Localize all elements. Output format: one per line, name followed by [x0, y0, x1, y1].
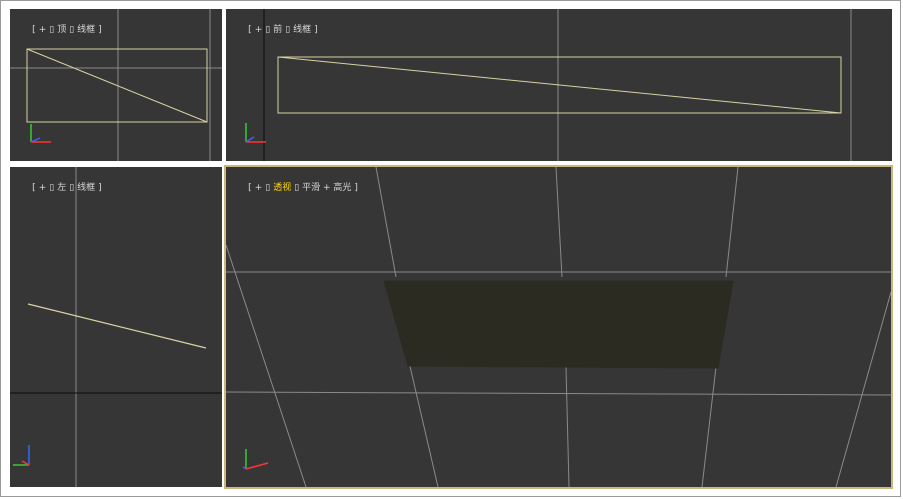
grid-line [701, 366, 717, 487]
viewport-label-left[interactable]: [+ ▯ 左 ▯ 线框] [15, 170, 105, 206]
viewport-menu-plus[interactable]: + [39, 24, 47, 36]
viewport-separator: ▯ [265, 183, 271, 193]
grid-line [375, 167, 397, 278]
viewport-point-of-view[interactable]: 透视 [273, 182, 291, 194]
viewport-layout: [+ ▯ 顶 ▯ 线框] [+ ▯ 前 ▯ 线框] [+ ▯ 左 ▯ 线框]… [0, 0, 901, 497]
viewport-label-perspective[interactable]: [+ ▯ 透视 ▯ 平滑 + 高光] [231, 170, 361, 206]
viewport-point-of-view[interactable]: 顶 [57, 24, 66, 36]
viewport-bracket-open: [ [32, 25, 36, 35]
grid-line [226, 244, 307, 487]
viewport-separator: ▯ [285, 25, 291, 35]
viewport-bracket-open: [ [248, 183, 252, 193]
viewport-perspective[interactable]: [+ ▯ 透视 ▯ 平滑 + 高光] [224, 165, 893, 489]
axis-gizmo-icon [245, 123, 266, 143]
viewport-perspective-canvas[interactable] [226, 167, 891, 487]
grid-line [408, 361, 439, 487]
viewport-bracket-close: ] [314, 25, 318, 35]
viewport-shading-mode[interactable]: 平滑 + 高光 [302, 182, 351, 194]
viewport-separator: ▯ [265, 25, 271, 35]
plane-diagonal [26, 48, 208, 123]
viewport-bracket-close: ] [98, 183, 102, 193]
viewport-point-of-view[interactable]: 左 [57, 182, 66, 194]
viewport-left-canvas[interactable] [10, 167, 222, 487]
viewport-separator: ▯ [69, 25, 75, 35]
grid-line [835, 291, 891, 487]
viewport-label-front[interactable]: [+ ▯ 前 ▯ 线框] [231, 12, 321, 48]
plane-edge [27, 303, 207, 349]
grid-line [555, 167, 563, 278]
viewport-bracket-close: ] [98, 25, 102, 35]
viewport-front[interactable]: [+ ▯ 前 ▯ 线框] [226, 9, 892, 161]
viewport-shading-mode[interactable]: 线框 [77, 182, 95, 194]
viewport-left[interactable]: [+ ▯ 左 ▯ 线框] [10, 167, 222, 487]
grid-line [226, 391, 891, 396]
viewport-separator: ▯ [49, 183, 55, 193]
viewport-separator: ▯ [69, 183, 75, 193]
plane-shaded [383, 280, 734, 369]
viewport-bracket-open: [ [248, 25, 252, 35]
grid-line [725, 167, 739, 278]
viewport-shading-mode[interactable]: 线框 [293, 24, 311, 36]
viewport-point-of-view[interactable]: 前 [273, 24, 282, 36]
viewport-menu-plus[interactable]: + [255, 182, 263, 194]
viewport-separator: ▯ [294, 183, 300, 193]
viewport-shading-mode[interactable]: 线框 [77, 24, 95, 36]
viewport-bracket-close: ] [354, 183, 358, 193]
axis-gizmo-icon [30, 124, 51, 143]
plane-diagonal [277, 56, 842, 114]
viewport-bracket-open: [ [32, 183, 36, 193]
axis-gizmo-icon [242, 449, 269, 470]
axis-gizmo-icon [13, 445, 30, 466]
viewport-separator: ▯ [49, 25, 55, 35]
viewport-menu-plus[interactable]: + [39, 182, 47, 194]
viewport-top[interactable]: [+ ▯ 顶 ▯ 线框] [10, 9, 222, 161]
viewport-menu-plus[interactable]: + [255, 24, 263, 36]
viewport-front-canvas[interactable] [226, 9, 892, 161]
viewport-label-top[interactable]: [+ ▯ 顶 ▯ 线框] [15, 12, 105, 48]
grid-line [565, 366, 570, 487]
